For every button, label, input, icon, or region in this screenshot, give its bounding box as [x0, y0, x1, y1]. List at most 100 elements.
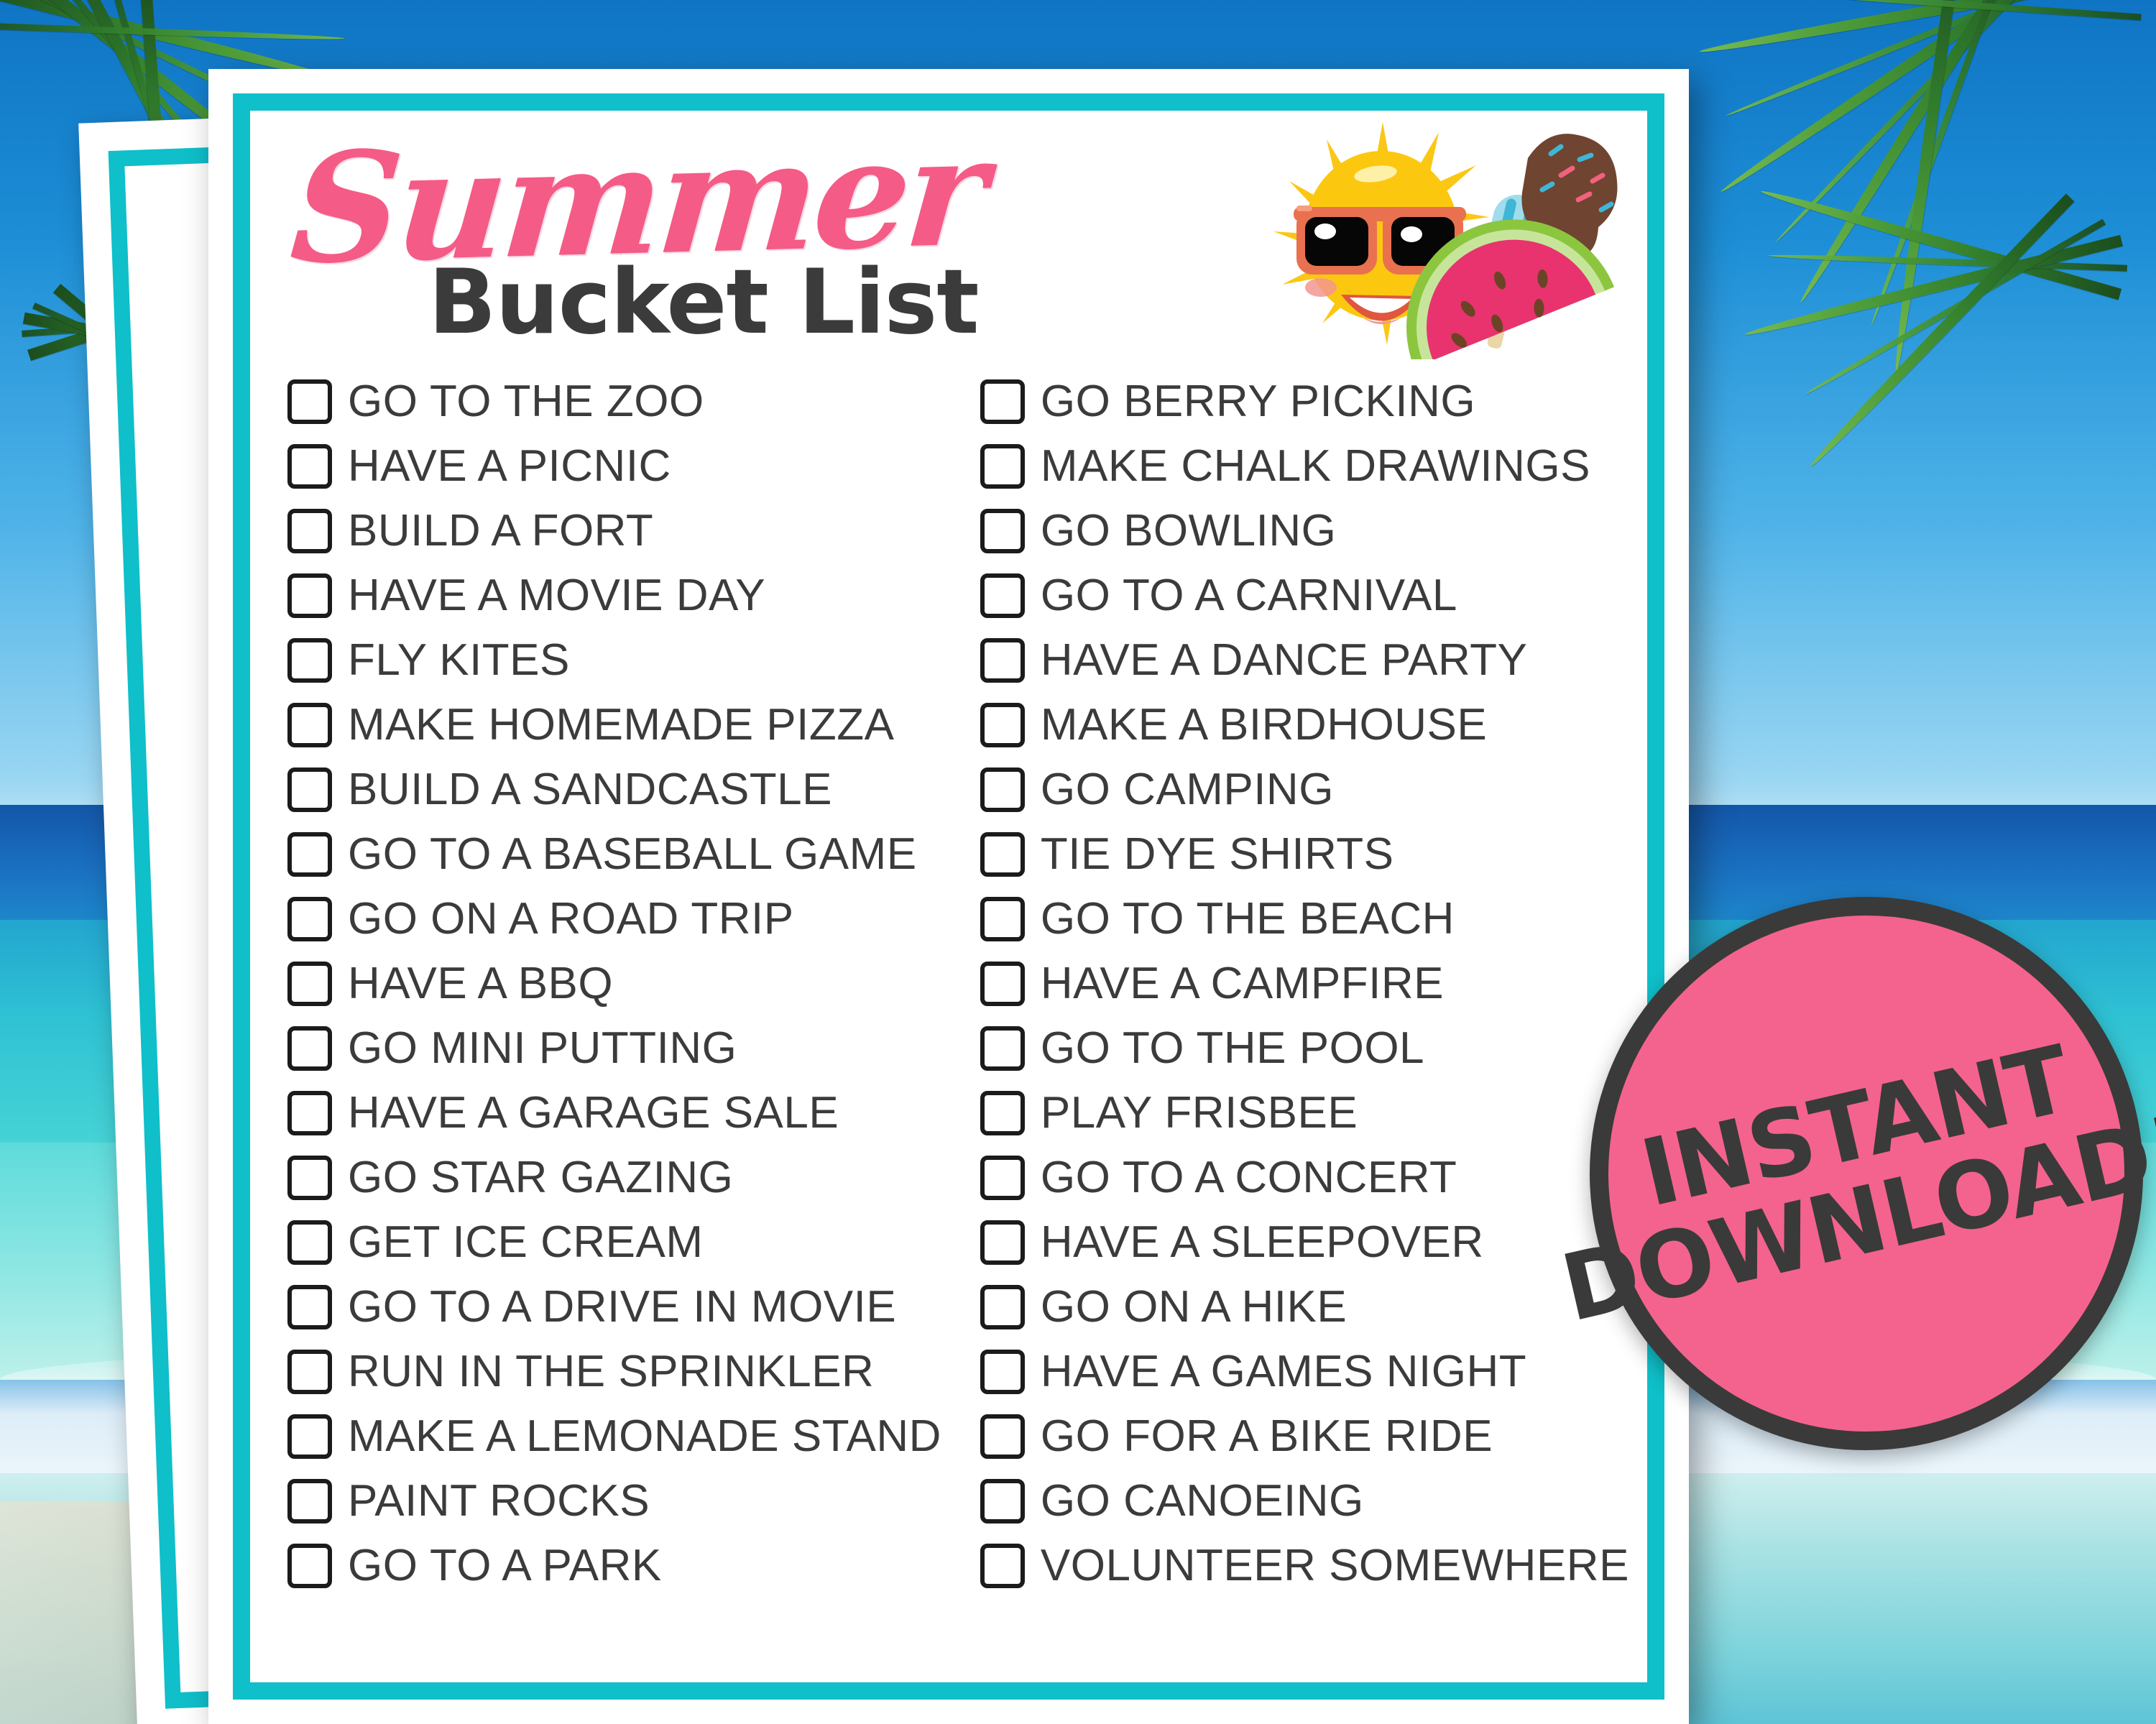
list-item-label: HAVE A GARAGE SALE — [348, 1088, 839, 1138]
list-item[interactable]: MAKE CHALK DRAWINGS — [980, 434, 1629, 499]
checkbox[interactable] — [287, 379, 332, 424]
checkbox[interactable] — [980, 509, 1025, 553]
checkbox[interactable] — [980, 444, 1025, 489]
checkbox[interactable] — [287, 962, 332, 1006]
checkbox[interactable] — [287, 509, 332, 553]
checkbox[interactable] — [980, 1479, 1025, 1524]
list-item-label: HAVE A BBQ — [348, 959, 614, 1008]
checkbox[interactable] — [980, 573, 1025, 618]
checkbox[interactable] — [980, 379, 1025, 424]
list-item[interactable]: VOLUNTEER SOMEWHERE — [980, 1534, 1629, 1598]
list-item-label: MAKE A BIRDHOUSE — [1040, 700, 1488, 750]
checkbox[interactable] — [287, 444, 332, 489]
list-item[interactable]: GO TO A DRIVE IN MOVIE — [287, 1275, 941, 1340]
list-item-label: GO ON A HIKE — [1040, 1282, 1348, 1332]
checkbox[interactable] — [980, 767, 1025, 812]
list-item-label: GO TO THE BEACH — [1040, 894, 1455, 944]
list-item[interactable]: HAVE A PICNIC — [287, 434, 941, 499]
list-item[interactable]: GO TO THE BEACH — [980, 887, 1629, 951]
list-item[interactable]: GO TO A BASEBALL GAME — [287, 822, 941, 887]
checkbox[interactable] — [287, 1220, 332, 1265]
list-item[interactable]: HAVE A CAMPFIRE — [980, 951, 1629, 1016]
checkbox[interactable] — [287, 638, 332, 683]
list-item[interactable]: PAINT ROCKS — [287, 1469, 941, 1534]
list-item-label: VOLUNTEER SOMEWHERE — [1040, 1541, 1629, 1590]
list-item[interactable]: BUILD A SANDCASTLE — [287, 757, 941, 822]
checkbox[interactable] — [287, 703, 332, 747]
list-item[interactable]: MAKE A LEMONADE STAND — [287, 1404, 941, 1469]
list-item[interactable]: GO BERRY PICKING — [980, 369, 1629, 434]
checkbox[interactable] — [287, 1156, 332, 1200]
checkbox[interactable] — [287, 1479, 332, 1524]
list-item[interactable]: GO CANOEING — [980, 1469, 1629, 1534]
checkbox[interactable] — [287, 573, 332, 618]
list-item[interactable]: GO FOR A BIKE RIDE — [980, 1404, 1629, 1469]
list-item-label: GO CAMPING — [1040, 765, 1334, 814]
list-item[interactable]: GO ON A HIKE — [980, 1275, 1629, 1340]
checkbox[interactable] — [287, 897, 332, 941]
list-item[interactable]: HAVE A BBQ — [287, 951, 941, 1016]
checkbox[interactable] — [287, 1350, 332, 1394]
list-item[interactable]: RUN IN THE SPRINKLER — [287, 1340, 941, 1404]
checkbox[interactable] — [287, 1091, 332, 1135]
checkbox[interactable] — [980, 1091, 1025, 1135]
list-item-label: MAKE A LEMONADE STAND — [348, 1411, 941, 1461]
list-item[interactable]: GO MINI PUTTING — [287, 1016, 941, 1081]
list-item[interactable]: HAVE A GAMES NIGHT — [980, 1340, 1629, 1404]
checkbox[interactable] — [287, 1414, 332, 1459]
list-item[interactable]: GO TO A CONCERT — [980, 1146, 1629, 1210]
list-item[interactable]: TIE DYE SHIRTS — [980, 822, 1629, 887]
checkbox[interactable] — [980, 638, 1025, 683]
checkbox[interactable] — [287, 1285, 332, 1329]
checkbox[interactable] — [980, 962, 1025, 1006]
list-item[interactable]: GO STAR GAZING — [287, 1146, 941, 1210]
list-item-label: GET ICE CREAM — [348, 1217, 704, 1267]
list-item[interactable]: GO TO THE POOL — [980, 1016, 1629, 1081]
list-item-label: GO TO A CARNIVAL — [1040, 571, 1457, 620]
list-item[interactable]: MAKE A BIRDHOUSE — [980, 693, 1629, 757]
list-item[interactable]: BUILD A FORT — [287, 499, 941, 563]
list-item-label: GO TO A CONCERT — [1040, 1153, 1457, 1202]
list-item[interactable]: PLAY FRISBEE — [980, 1081, 1629, 1146]
checkbox[interactable] — [287, 1026, 332, 1071]
list-item[interactable]: FLY KITES — [287, 628, 941, 693]
checkbox[interactable] — [980, 1285, 1025, 1329]
checkbox[interactable] — [980, 1220, 1025, 1265]
list-item[interactable]: GO TO A CARNIVAL — [980, 563, 1629, 628]
list-item[interactable]: GO CAMPING — [980, 757, 1629, 822]
checkbox[interactable] — [287, 767, 332, 812]
summer-illustration-icon — [1261, 115, 1634, 359]
list-item[interactable]: GO TO THE ZOO — [287, 369, 941, 434]
list-item[interactable]: GET ICE CREAM — [287, 1210, 941, 1275]
instant-download-badge[interactable]: INSTANT DOWNLOAD! — [1552, 897, 2156, 1450]
checkbox[interactable] — [980, 1350, 1025, 1394]
checkbox[interactable] — [980, 703, 1025, 747]
list-item[interactable]: HAVE A GARAGE SALE — [287, 1081, 941, 1146]
list-item-label: PLAY FRISBEE — [1040, 1088, 1358, 1138]
list-item[interactable]: HAVE A DANCE PARTY — [980, 628, 1629, 693]
list-item[interactable]: MAKE HOMEMADE PIZZA — [287, 693, 941, 757]
list-item-label: HAVE A MOVIE DAY — [348, 571, 766, 620]
bucket-list-columns: GO TO THE ZOO HAVE A PICNIC BUILD A FORT HA… — [250, 369, 1647, 1598]
checkbox[interactable] — [980, 1156, 1025, 1200]
list-item-label: GO STAR GAZING — [348, 1153, 734, 1202]
list-item-label: GO MINI PUTTING — [348, 1023, 737, 1073]
list-item-label: MAKE CHALK DRAWINGS — [1040, 441, 1590, 491]
checkbox[interactable] — [980, 1414, 1025, 1459]
checkbox[interactable] — [980, 832, 1025, 877]
checkbox[interactable] — [287, 832, 332, 877]
checkbox[interactable] — [287, 1544, 332, 1588]
bucket-list-left-column: GO TO THE ZOO HAVE A PICNIC BUILD A FORT HA… — [287, 369, 941, 1598]
list-item[interactable]: GO BOWLING — [980, 499, 1629, 563]
list-item-label: GO TO A BASEBALL GAME — [348, 829, 917, 879]
checkbox[interactable] — [980, 897, 1025, 941]
checkbox[interactable] — [980, 1544, 1025, 1588]
list-item[interactable]: GO ON A ROAD TRIP — [287, 887, 941, 951]
list-item-label: GO TO THE ZOO — [348, 377, 704, 426]
list-item-label: HAVE A GAMES NIGHT — [1040, 1347, 1527, 1396]
list-item[interactable]: GO TO A PARK — [287, 1534, 941, 1598]
checkbox[interactable] — [980, 1026, 1025, 1071]
list-item-label: RUN IN THE SPRINKLER — [348, 1347, 875, 1396]
list-item[interactable]: HAVE A MOVIE DAY — [287, 563, 941, 628]
list-item[interactable]: HAVE A SLEEPOVER — [980, 1210, 1629, 1275]
